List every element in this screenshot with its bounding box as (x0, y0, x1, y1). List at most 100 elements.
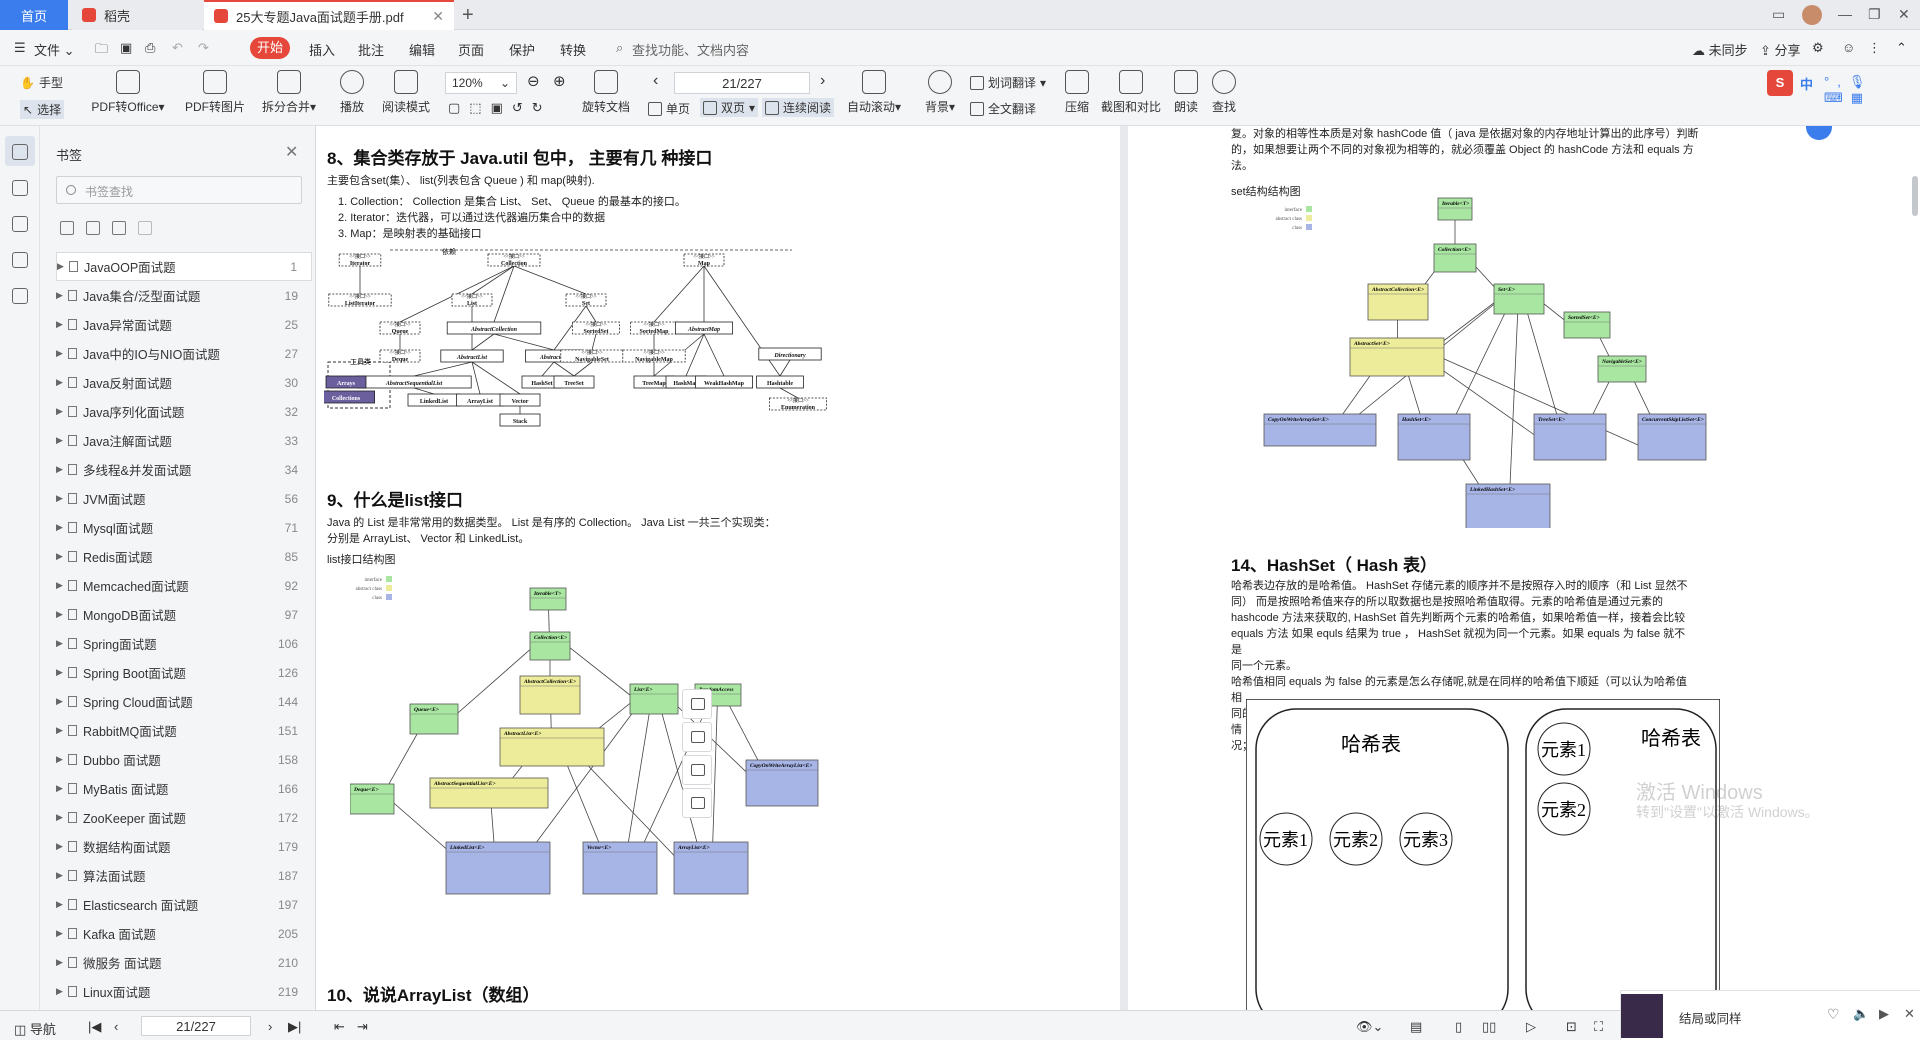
eye-mode-icon[interactable]: 👁⌄ (1356, 1019, 1383, 1035)
expand-arrow-icon[interactable]: ▶ (56, 870, 66, 881)
prev-page-status-icon[interactable]: ‹ (114, 1019, 118, 1034)
feature-search-input[interactable]: 查找功能、文档内容 (632, 40, 749, 59)
save-icon[interactable]: ▣ (120, 40, 132, 56)
expand-arrow-icon[interactable]: ▶ (56, 986, 66, 997)
expand-arrow-icon[interactable]: ▶ (56, 609, 66, 620)
thumbnail-icon[interactable] (12, 180, 28, 196)
fit-status-icon[interactable]: ⊡ (1566, 1019, 1577, 1035)
menu-start[interactable]: 开始 (250, 37, 290, 59)
read-aloud-button[interactable]: 朗读 (1168, 70, 1204, 115)
comment-icon[interactable] (12, 216, 28, 232)
close-window-icon[interactable]: ✕ (1898, 6, 1910, 23)
expand-arrow-icon[interactable]: ▶ (57, 261, 67, 272)
bookmark-item[interactable]: ▶ Kafka 面试题 205 (56, 919, 312, 948)
layout-icon[interactable]: ▭ (1772, 6, 1785, 23)
bookmark-item[interactable]: ▶ Mysql面试题 71 (56, 513, 312, 542)
expand-arrow-icon[interactable]: ▶ (56, 899, 66, 910)
collapse-ribbon-icon[interactable]: ⌃ (1896, 40, 1907, 56)
split-merge-button[interactable]: 拆分合并▾ (256, 70, 322, 115)
prev-page-icon[interactable]: ‹ (653, 72, 658, 90)
find-button[interactable]: 查找 (1206, 70, 1242, 115)
single-view-icon[interactable]: ▤ (1410, 1019, 1422, 1035)
new-tab-icon[interactable]: + (462, 4, 474, 27)
tab-pdf-document[interactable]: 25大专题Java面试题手册.pdf ✕ (204, 0, 454, 30)
expand-arrow-icon[interactable]: ▶ (56, 725, 66, 736)
rotate-document-button[interactable]: 旋转文档 (578, 70, 634, 115)
menu-page[interactable]: 页面 (458, 40, 484, 59)
expand-arrow-icon[interactable]: ▶ (56, 812, 66, 823)
single-page-button[interactable]: 单页 (648, 100, 690, 117)
expand-arrow-icon[interactable]: ▶ (56, 928, 66, 939)
background-button[interactable]: 背景▾ (920, 70, 960, 115)
tab-daoke[interactable]: 稻壳 (72, 0, 202, 30)
first-page-icon[interactable]: |◀ (88, 1019, 101, 1035)
read-mode-button[interactable]: 阅读模式 (378, 70, 434, 115)
bookmark-item[interactable]: ▶ ZooKeeper 面试题 172 (56, 803, 312, 832)
menu-file[interactable]: 文件 ⌄ (34, 40, 75, 59)
bookmark-item[interactable]: ▶ Java中的IO与NIO面试题 27 (56, 339, 312, 368)
expand-arrow-icon[interactable]: ▶ (56, 290, 66, 301)
bookmark-item[interactable]: ▶ Spring Boot面试题 126 (56, 658, 312, 687)
ocr-tool-button[interactable] (682, 755, 712, 785)
bookmark-item[interactable]: ▶ Java序列化面试题 32 (56, 397, 312, 426)
select-tool-button[interactable]: ↖ 选择 (20, 100, 65, 119)
rotate-left-icon[interactable]: ↺ (512, 100, 532, 115)
rotate-right-icon[interactable]: ↻ (532, 100, 552, 115)
double-page-button[interactable]: 双页 ▾ (700, 98, 759, 117)
expand-arrow-icon[interactable]: ▶ (56, 319, 66, 330)
status-page-input[interactable]: 21/227 (141, 1016, 251, 1036)
last-page-icon[interactable]: ▶| (288, 1019, 301, 1035)
expand-arrow-icon[interactable]: ▶ (56, 377, 66, 388)
zoom-in-icon[interactable]: ⊕ (553, 72, 566, 90)
expand-arrow-icon[interactable]: ▶ (56, 667, 66, 678)
actual-size-icon[interactable]: ▣ (491, 100, 512, 115)
word-translate-button[interactable]: 划词翻译 ▾ (970, 74, 1046, 91)
bookmark-search-input[interactable]: 书签查找 (56, 176, 302, 204)
expand-arrow-icon[interactable]: ▶ (56, 435, 66, 446)
restore-icon[interactable]: ❐ (1868, 6, 1881, 23)
avatar[interactable] (1802, 5, 1822, 25)
skin-icon[interactable]: ☺ (1842, 40, 1855, 55)
expand-arrow-icon[interactable]: ▶ (56, 638, 66, 649)
redo-icon[interactable]: ↷ (198, 40, 209, 56)
play-status-icon[interactable]: ▷ (1526, 1019, 1536, 1035)
fit-page-icon[interactable]: ▢ (448, 100, 469, 115)
bookmark-item[interactable]: ▶ Spring Cloud面试题 144 (56, 687, 312, 716)
expand-arrow-icon[interactable]: ▶ (56, 406, 66, 417)
pdf-to-image-button[interactable]: PDF转图片 (180, 70, 250, 115)
bookmark-item[interactable]: ▶ JVM面试题 56 (56, 484, 312, 513)
fit-width-icon[interactable]: ⬚ (469, 100, 490, 115)
undo-icon[interactable]: ↶ (172, 40, 183, 56)
expand-arrow-icon[interactable]: ▶ (56, 783, 66, 794)
expand-arrow-icon[interactable]: ▶ (56, 841, 66, 852)
expand-arrow-icon[interactable]: ▶ (56, 522, 66, 533)
bookmark-item[interactable]: ▶ 微服务 面试题 210 (56, 948, 312, 977)
print-icon[interactable]: ⎙ (145, 40, 155, 56)
zoom-select[interactable]: 120% ⌄ (445, 72, 517, 94)
ime-language[interactable]: 中 (1800, 74, 1813, 93)
close-icon[interactable]: ✕ (1904, 1006, 1915, 1022)
expand-arrow-icon[interactable]: ▶ (56, 464, 66, 475)
expand-arrow-icon[interactable]: ▶ (56, 493, 66, 504)
play-music-icon[interactable]: ▶ (1879, 1006, 1889, 1022)
sync-status[interactable]: ☁ 未同步 (1692, 40, 1748, 59)
next-page-icon[interactable]: › (820, 72, 825, 90)
bookmark-item[interactable]: ▶ 算法面试题 187 (56, 861, 312, 890)
hand-tool-button[interactable]: ✋ 手型 (20, 74, 63, 91)
expand-arrow-icon[interactable]: ▶ (56, 580, 66, 591)
forward-icon[interactable]: ⇥ (357, 1019, 368, 1035)
bookmark-item[interactable]: ▶ 多线程&并发面试题 34 (56, 455, 312, 484)
expand-arrow-icon[interactable]: ▶ (56, 754, 66, 765)
bookmark-item[interactable]: ▶ Java集合/泛型面试题 19 (56, 281, 312, 310)
share-button[interactable]: ⇪ 分享 (1760, 40, 1801, 59)
eraser-tool-button[interactable] (682, 788, 712, 818)
play-button[interactable]: 播放 (333, 70, 371, 115)
bookmark-item[interactable]: ▶ JavaOOP面试题 1 (56, 252, 312, 281)
bookmark-item[interactable]: ▶ MongoDB面试题 97 (56, 600, 312, 629)
bookmark-item[interactable]: ▶ Dubbo 面试题 158 (56, 745, 312, 774)
add-bookmark-icon[interactable] (112, 221, 126, 235)
tab-close-icon[interactable]: ✕ (432, 8, 444, 25)
fit-tools[interactable]: ▢⬚▣↺↻ (448, 100, 552, 116)
ime-tools[interactable]: °,🎙⌨▦ (1824, 74, 1920, 106)
tab-home[interactable]: 首页 (0, 0, 68, 30)
